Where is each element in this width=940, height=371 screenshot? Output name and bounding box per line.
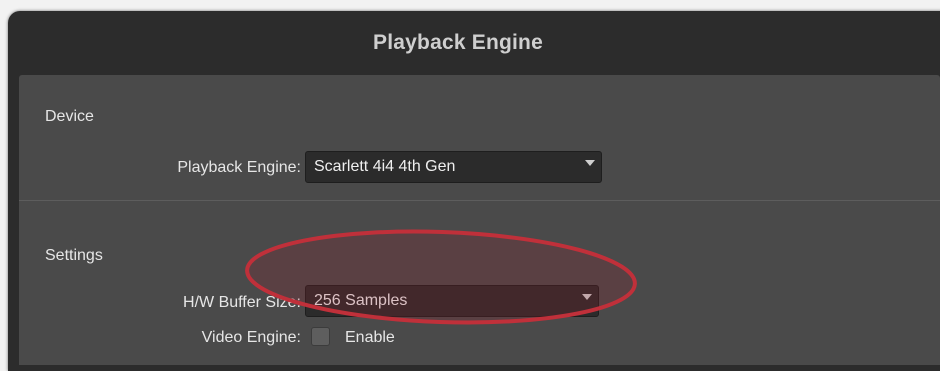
chevron-down-icon [585, 160, 595, 166]
section-divider [19, 200, 940, 201]
dialog-title: Playback Engine [373, 30, 543, 54]
buffer-size-dropdown[interactable]: 256 Samples [305, 285, 599, 317]
chevron-down-icon [582, 294, 592, 300]
buffer-size-label: H/W Buffer Size: [183, 294, 301, 311]
playback-engine-dialog: Playback Engine Device Playback Engine: … [8, 11, 940, 371]
settings-panel: Device Playback Engine: Scarlett 4i4 4th… [19, 75, 940, 365]
playback-engine-label: Playback Engine: [177, 159, 301, 176]
settings-section-label: Settings [45, 247, 103, 264]
video-engine-label: Video Engine: [201, 329, 301, 346]
playback-engine-value: Scarlett 4i4 4th Gen [314, 158, 456, 175]
video-engine-checkbox[interactable] [311, 327, 330, 346]
device-section-label: Device [45, 108, 94, 125]
video-engine-enable-label: Enable [345, 329, 395, 346]
dialog-titlebar: Playback Engine [8, 11, 940, 74]
playback-engine-dropdown[interactable]: Scarlett 4i4 4th Gen [305, 151, 602, 183]
buffer-size-value: 256 Samples [314, 292, 408, 309]
